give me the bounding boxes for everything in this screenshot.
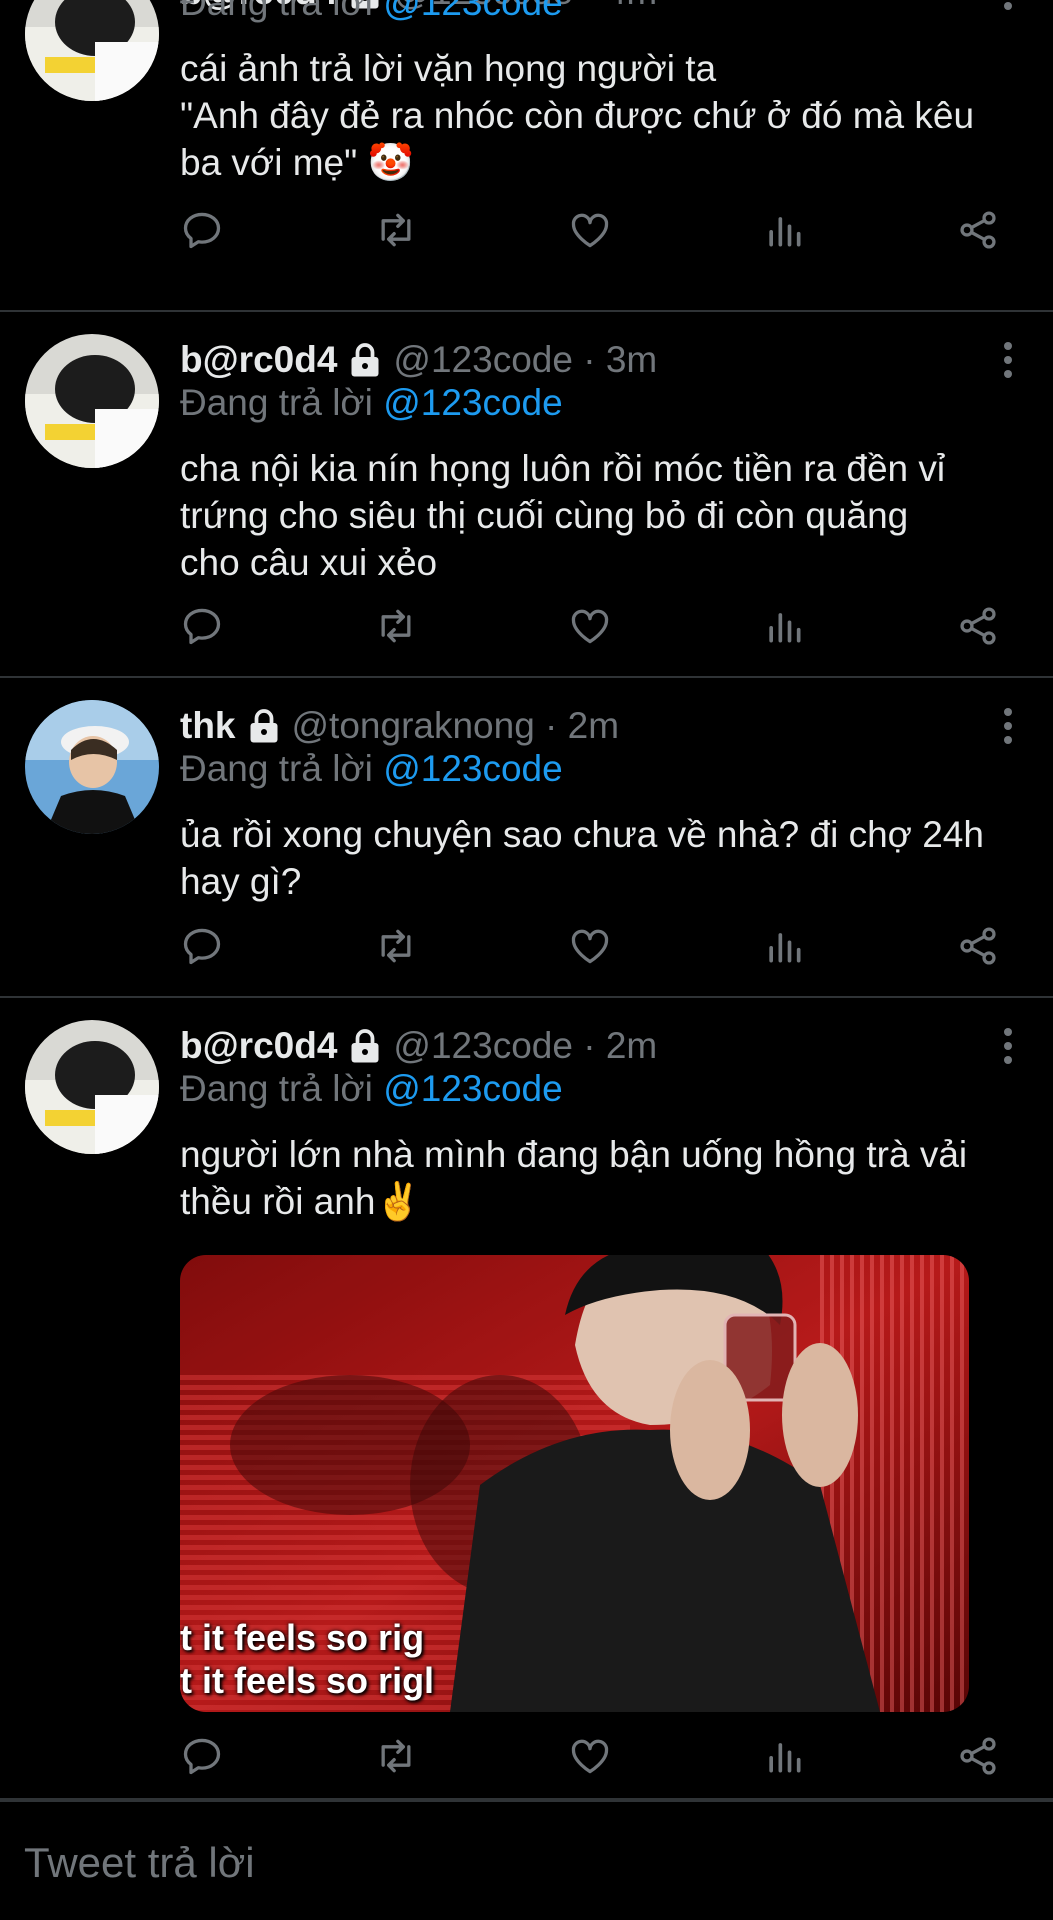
reply-icon[interactable]: [180, 1734, 224, 1778]
reply-compose-bar: [0, 1800, 1053, 1920]
tweet-text-line: hay gì?: [180, 861, 302, 902]
avatar[interactable]: [25, 334, 159, 468]
mention-link[interactable]: @123code: [383, 0, 563, 23]
tweet[interactable]: b@rc0d4 @123code · 4m Đang trả lời @123c…: [0, 0, 1053, 312]
retweet-icon[interactable]: [374, 924, 418, 968]
tweet-actions: [180, 921, 1000, 971]
tweet-text-line: trứng cho siêu thị cuối cùng bỏ đi còn q…: [180, 495, 909, 536]
lock-icon: [250, 709, 277, 743]
mention-link[interactable]: @123code: [383, 382, 563, 423]
views-icon[interactable]: [762, 604, 806, 648]
mention-link[interactable]: @123code: [383, 1068, 563, 1109]
mention-link[interactable]: @123code: [383, 748, 563, 789]
more-icon[interactable]: [993, 0, 1023, 17]
more-icon[interactable]: [993, 335, 1023, 385]
tweet-text-line: "Anh đây đẻ ra nhóc còn được chứ ở đó mà…: [180, 95, 975, 136]
replying-to-label: Đang trả lời: [180, 382, 373, 423]
retweet-icon[interactable]: [374, 1734, 418, 1778]
retweet-icon[interactable]: [374, 208, 418, 252]
more-icon[interactable]: [993, 701, 1023, 751]
avatar[interactable]: [25, 700, 159, 834]
like-icon[interactable]: [568, 924, 612, 968]
avatar[interactable]: [25, 0, 159, 101]
like-icon[interactable]: [568, 604, 612, 648]
like-icon[interactable]: [568, 1734, 612, 1778]
tweet-text: cha nội kia nín họng luôn rồi móc tiền r…: [180, 445, 1030, 586]
tweet-text-line: cho câu xui xẻo: [180, 542, 438, 583]
display-name[interactable]: b@rc0d4: [180, 339, 337, 381]
replying-to-label: Đang trả lời: [180, 748, 373, 789]
reply-icon[interactable]: [180, 924, 224, 968]
share-icon[interactable]: [956, 924, 1000, 968]
tweet-text-line: người lớn nhà mình đang bận uống hồng tr…: [180, 1134, 968, 1175]
replying-to: Đang trả lời @123code: [180, 1068, 563, 1110]
views-icon[interactable]: [762, 1734, 806, 1778]
tweet-feed: b@rc0d4 @123code · 4m Đang trả lời @123c…: [0, 0, 1053, 1920]
tweet-text: ủa rồi xong chuyện sao chưa về nhà? đi c…: [180, 811, 1030, 905]
views-icon[interactable]: [762, 924, 806, 968]
lock-icon: [351, 1029, 379, 1063]
tweet-actions: [180, 1731, 1000, 1781]
tweet-actions: [180, 601, 1000, 651]
share-icon[interactable]: [956, 604, 1000, 648]
tweet-text-line: cái ảnh trả lời vặn họng người ta: [180, 48, 717, 89]
reply-input[interactable]: [22, 1836, 926, 1890]
handle[interactable]: @tongraknong · 2m: [292, 705, 620, 747]
lock-icon: [351, 343, 379, 377]
tweet-text-line: cha nội kia nín họng luôn rồi móc tiền r…: [180, 448, 946, 489]
reply-icon[interactable]: [180, 604, 224, 648]
replying-to-label: Đang trả lời: [180, 0, 373, 23]
tweet-text-line: thều rồi anh✌️: [180, 1181, 422, 1222]
share-icon[interactable]: [956, 208, 1000, 252]
tweet-text: cái ảnh trả lời vặn họng người ta "Anh đ…: [180, 45, 1030, 186]
avatar[interactable]: [25, 1020, 159, 1154]
reply-icon[interactable]: [180, 208, 224, 252]
replying-to: Đang trả lời @123code: [180, 748, 563, 790]
replying-to: Đang trả lời @123code: [180, 0, 563, 24]
more-icon[interactable]: [993, 1021, 1023, 1071]
views-icon[interactable]: [762, 208, 806, 252]
retweet-icon[interactable]: [374, 604, 418, 648]
tweet-text-line: ủa rồi xong chuyện sao chưa về nhà? đi c…: [180, 814, 984, 855]
tweet-actions: [180, 205, 1000, 255]
tweet[interactable]: b@rc0d4 @123code · 3m Đang trả lời @123c…: [0, 310, 1053, 678]
replying-to: Đang trả lời @123code: [180, 382, 563, 424]
display-name[interactable]: b@rc0d4: [180, 1025, 337, 1067]
tweet-media-image[interactable]: t it feels so rig t it feels so rigl: [180, 1255, 969, 1712]
tweet[interactable]: thk @tongraknong · 2m Đang trả lời @123c…: [0, 676, 1053, 998]
handle[interactable]: @123code · 3m: [393, 339, 657, 381]
replying-to-label: Đang trả lời: [180, 1068, 373, 1109]
share-icon[interactable]: [956, 1734, 1000, 1778]
display-name[interactable]: thk: [180, 705, 236, 747]
handle[interactable]: @123code · 2m: [393, 1025, 657, 1067]
tweet-text: người lớn nhà mình đang bận uống hồng tr…: [180, 1131, 1030, 1225]
media-caption-line: t it feels so rig: [180, 1617, 425, 1658]
media-caption-line: t it feels so rigl: [180, 1660, 435, 1701]
tweet-text-line: ba với mẹ" 🤡: [180, 142, 414, 183]
like-icon[interactable]: [568, 208, 612, 252]
